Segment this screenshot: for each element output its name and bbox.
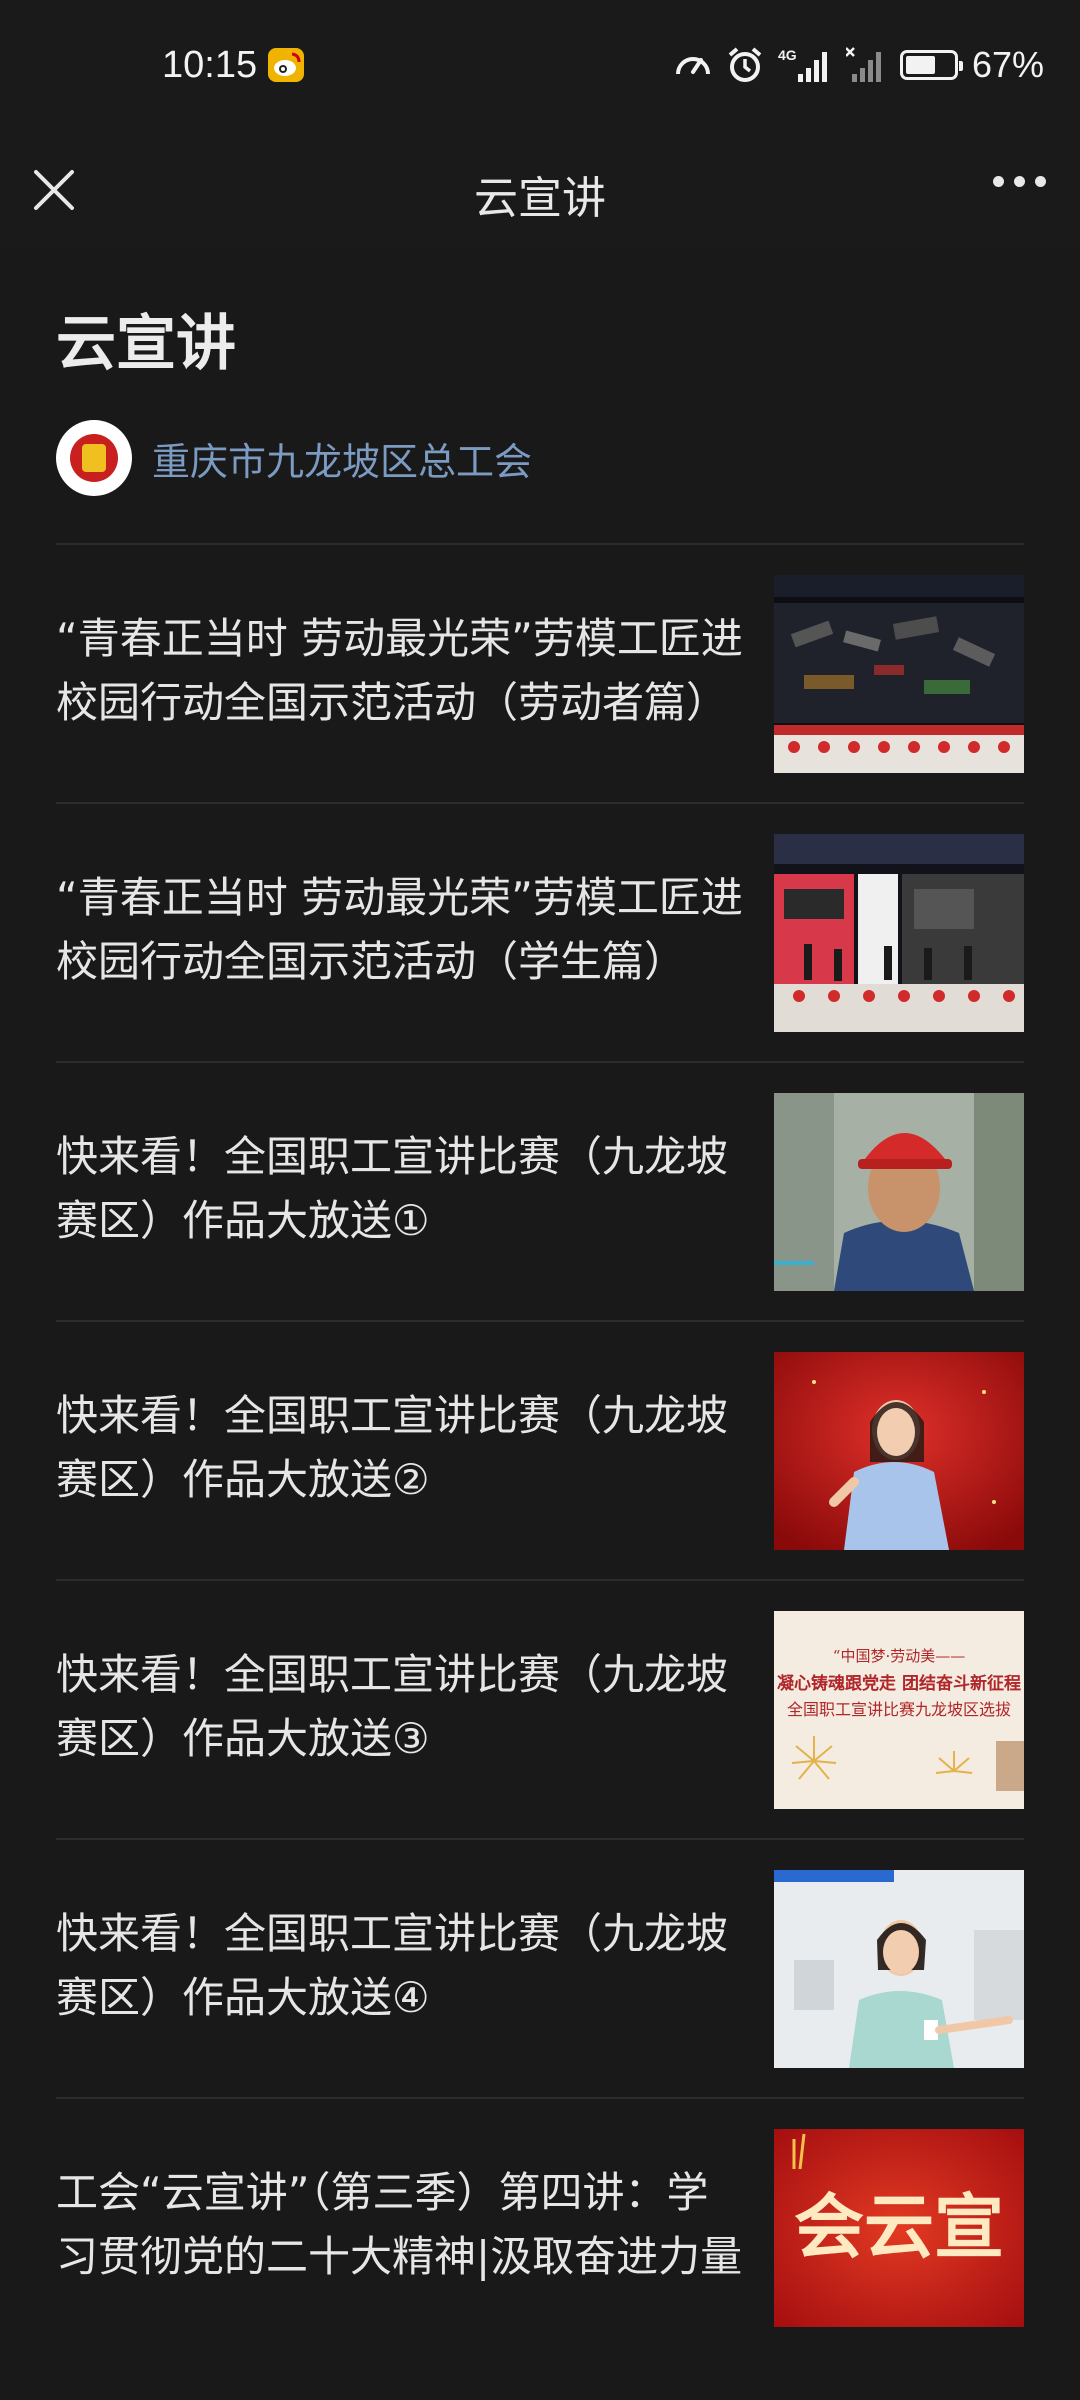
battery-icon xyxy=(899,50,963,80)
status-icons: 4G 67% xyxy=(674,44,1044,86)
article-item[interactable]: 工会“云宣讲”（第三季）第四讲：学习贯彻党的二十大精神|汲取奋进力量 会云宣 xyxy=(56,2097,1024,2356)
page-header: 云宣讲 重庆市九龙坡区总工会 xyxy=(0,242,1080,496)
account-row[interactable]: 重庆市九龙坡区总工会 xyxy=(56,420,1024,496)
article-item[interactable]: 快来看！全国职工宣讲比赛（九龙坡赛区）作品大放送④ xyxy=(56,1838,1024,2097)
article-title[interactable]: 快来看！全国职工宣讲比赛（九龙坡赛区）作品大放送① xyxy=(56,1125,746,1253)
article-item[interactable]: “青春正当时 劳动最光荣”劳模工匠进校园行动全国示范活动（学生篇） xyxy=(56,802,1024,1061)
alarm-icon xyxy=(728,47,762,82)
article-title[interactable]: “青春正当时 劳动最光荣”劳模工匠进校园行动全国示范活动（劳动者篇） xyxy=(56,607,746,735)
poster-line-2: 凝心铸魂跟党走 团结奋斗新征程 xyxy=(777,1673,1021,1694)
stage-screen-thumbnail[interactable] xyxy=(774,575,1024,773)
signal-4g-icon: 4G xyxy=(778,47,827,82)
fireworks-poster-thumbnail[interactable]: “中国梦·劳动美—— 凝心铸魂跟党走 团结奋斗新征程 全国职工宣讲比赛九龙坡区选… xyxy=(774,1611,1024,1809)
page-title: 云宣讲 xyxy=(56,309,236,379)
red-card-text: 会云宣 xyxy=(794,2185,1004,2268)
article-title[interactable]: 工会“云宣讲”（第三季）第四讲：学习贯彻党的二十大精神|汲取奋进力量 xyxy=(56,2161,746,2289)
article-title[interactable]: 快来看！全国职工宣讲比赛（九龙坡赛区）作品大放送③ xyxy=(56,1643,746,1771)
speaker-red-background-thumbnail[interactable] xyxy=(774,1352,1024,1550)
article-title[interactable]: 快来看！全国职工宣讲比赛（九龙坡赛区）作品大放送② xyxy=(56,1384,746,1512)
battery-percent: 67% xyxy=(971,44,1044,85)
status-bar: 10:15 4G 67% xyxy=(0,0,1080,136)
nav-title: 云宣讲 xyxy=(474,173,606,224)
speaker-office-thumbnail[interactable] xyxy=(774,1870,1024,2068)
poster-line-1: “中国梦·劳动美—— xyxy=(833,1647,965,1665)
poster-line-3: 全国职工宣讲比赛九龙坡区选拔 xyxy=(787,1700,1011,1719)
article-item[interactable]: 快来看！全国职工宣讲比赛（九龙坡赛区）作品大放送② xyxy=(56,1320,1024,1579)
article-item[interactable]: “青春正当时 劳动最光荣”劳模工匠进校园行动全国示范活动（劳动者篇） xyxy=(56,543,1024,802)
nav-bar: 云宣讲 xyxy=(0,136,1080,242)
worker-helmet-thumbnail[interactable] xyxy=(774,1093,1024,1291)
data-speed-icon xyxy=(675,57,710,75)
article-title[interactable]: 快来看！全国职工宣讲比赛（九龙坡赛区）作品大放送④ xyxy=(56,1902,746,2030)
account-name[interactable]: 重庆市九龙坡区总工会 xyxy=(152,431,532,486)
more-options-icon[interactable] xyxy=(993,176,1046,187)
article-item[interactable]: 快来看！全国职工宣讲比赛（九龙坡赛区）作品大放送① xyxy=(56,1061,1024,1320)
svg-text:4G: 4G xyxy=(778,47,797,63)
status-time: 10:15 xyxy=(162,44,258,86)
weibo-notification-icon xyxy=(268,48,304,82)
article-item[interactable]: 快来看！全国职工宣讲比赛（九龙坡赛区）作品大放送③ “中国梦·劳动美—— 凝心铸… xyxy=(56,1579,1024,1838)
article-title[interactable]: “青春正当时 劳动最光荣”劳模工匠进校园行动全国示范活动（学生篇） xyxy=(56,866,746,994)
article-list: “青春正当时 劳动最光荣”劳模工匠进校园行动全国示范活动（劳动者篇） “青春正当… xyxy=(0,543,1080,2356)
signal-no-service-icon xyxy=(845,47,881,82)
account-avatar[interactable] xyxy=(56,420,132,496)
red-title-card-thumbnail[interactable]: 会云宣 xyxy=(774,2129,1024,2327)
stage-performance-thumbnail[interactable] xyxy=(774,834,1024,1032)
